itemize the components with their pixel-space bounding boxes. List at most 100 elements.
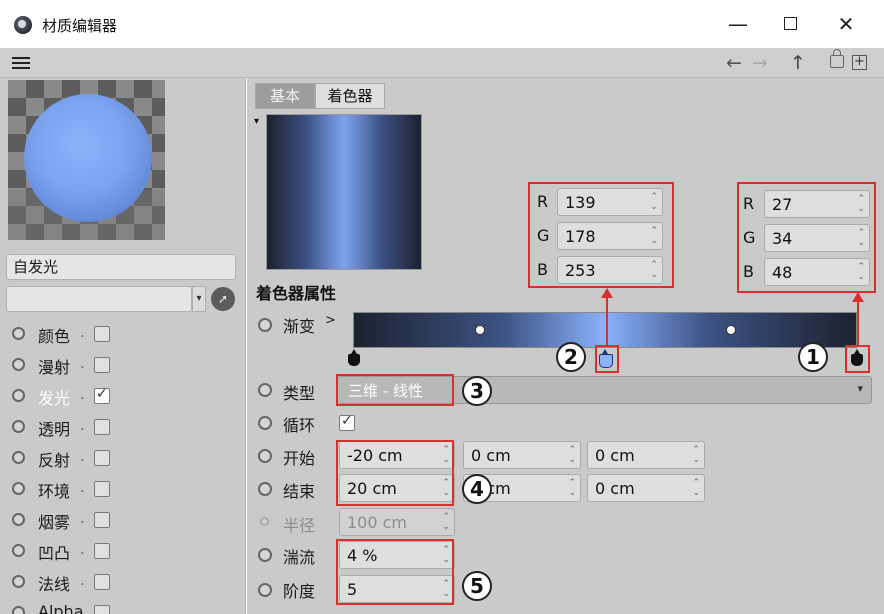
back-arrow-icon[interactable]: ← (726, 51, 742, 75)
channel-checkbox[interactable] (94, 419, 110, 435)
end-r-field[interactable]: 27 ⌃ ⌄ (764, 190, 870, 218)
material-name-field[interactable]: 自发光 (6, 254, 236, 280)
channel-checkbox[interactable] (94, 386, 110, 404)
channel-checkbox[interactable] (94, 357, 110, 373)
radio-icon[interactable] (12, 389, 25, 402)
radio-icon[interactable] (12, 575, 25, 588)
layer-dropdown[interactable] (6, 286, 192, 312)
channel-label: 颜色 (38, 327, 71, 346)
turbulence-radio[interactable] (258, 548, 272, 562)
mid-b-field[interactable]: 253 ⌃ ⌄ (557, 256, 663, 284)
end-x-field[interactable]: 20 cm ⌃ ⌄ (339, 474, 455, 502)
channel-checkbox[interactable] (94, 605, 110, 614)
end-z-field[interactable]: 0 cm ⌃ ⌄ (587, 474, 705, 502)
octaves-label: 阶度 (283, 582, 316, 601)
type-radio[interactable] (258, 383, 272, 397)
mid-g-field[interactable]: 178 ⌃ ⌄ (557, 222, 663, 250)
channel-checkbox[interactable] (94, 481, 110, 497)
end-r-label: R (743, 194, 755, 213)
spinner-icon[interactable]: ⌃ ⌄ (650, 192, 658, 212)
radio-icon[interactable] (12, 482, 25, 495)
spinner-icon[interactable]: ⌃ ⌄ (650, 260, 658, 280)
channel-checkbox[interactable] (94, 512, 110, 528)
gradient-knot-start[interactable] (347, 349, 361, 367)
channel-checkbox[interactable] (94, 326, 110, 342)
radio-icon[interactable] (12, 358, 25, 371)
channel-normal[interactable]: 法线 . (0, 566, 246, 597)
channel-checkbox[interactable] (94, 543, 110, 559)
close-button[interactable]: ✕ (826, 10, 866, 38)
channel-bump[interactable]: 凹凸 . (0, 535, 246, 566)
spinner-icon[interactable]: ⌃ ⌄ (568, 478, 576, 498)
mid-r-field[interactable]: 139 ⌃ ⌄ (557, 188, 663, 216)
spinner-icon[interactable]: ⌃ ⌄ (442, 445, 450, 465)
new-panel-icon[interactable]: + (852, 55, 867, 70)
radio-icon[interactable] (12, 451, 25, 464)
spinner-icon[interactable]: ⌃ ⌄ (857, 194, 865, 214)
gradient-bar[interactable] (353, 312, 857, 348)
spinner-icon: ⌃ ⌄ (442, 512, 450, 532)
channel-alpha[interactable]: Alpha (0, 597, 246, 614)
spinner-icon[interactable]: ⌃ ⌄ (568, 445, 576, 465)
maximize-button[interactable] (770, 10, 810, 38)
turbulence-label: 湍流 (283, 548, 316, 567)
spinner-icon[interactable]: ⌃ ⌄ (442, 478, 450, 498)
collapse-chevron-icon[interactable]: ▾ (254, 116, 259, 127)
chevron-down-icon[interactable]: ▾ (192, 286, 206, 312)
minimize-button[interactable]: — (718, 10, 758, 38)
channel-transparency[interactable]: 透明 . (0, 411, 246, 442)
gradient-radio[interactable] (258, 318, 272, 332)
end-g-field[interactable]: 34 ⌃ ⌄ (764, 224, 870, 252)
channel-luminance[interactable]: 发光 . (0, 380, 246, 411)
start-z-field[interactable]: 0 cm ⌃ ⌄ (587, 441, 705, 469)
octaves-radio[interactable] (258, 583, 272, 597)
channel-reflectance[interactable]: 反射 . (0, 442, 246, 473)
channel-fog[interactable]: 烟雾 . (0, 504, 246, 535)
start-radio[interactable] (258, 449, 272, 463)
start-x-field[interactable]: -20 cm ⌃ ⌄ (339, 441, 455, 469)
spinner-icon[interactable]: ⌃ ⌄ (857, 228, 865, 248)
loop-checkbox[interactable] (339, 413, 355, 431)
preview-sphere (24, 94, 152, 222)
radio-icon[interactable] (12, 513, 25, 526)
interpolation-handle[interactable] (726, 325, 736, 335)
channel-checkbox[interactable] (94, 574, 110, 590)
radio-icon[interactable] (12, 544, 25, 557)
end-b-field[interactable]: 48 ⌃ ⌄ (764, 258, 870, 286)
spinner-icon[interactable]: ⌃ ⌄ (692, 478, 700, 498)
spinner-icon[interactable]: ⌃ ⌄ (857, 262, 865, 282)
gradient-knot-mid[interactable] (598, 349, 613, 368)
channel-diffuse[interactable]: 漫射 . (0, 349, 246, 380)
turbulence-field[interactable]: 4 % ⌃ ⌄ (339, 541, 455, 569)
type-select[interactable]: 三维 - 线性 ▾ (337, 376, 872, 404)
spinner-icon[interactable]: ⌃ ⌄ (650, 226, 658, 246)
start-y-field[interactable]: 0 cm ⌃ ⌄ (463, 441, 581, 469)
spinner-icon[interactable]: ⌃ ⌄ (442, 579, 450, 599)
forward-arrow-icon[interactable]: → (752, 51, 768, 75)
channel-checkbox[interactable] (94, 450, 110, 466)
interpolation-handle[interactable] (475, 325, 485, 335)
channel-label: 漫射 (38, 358, 71, 377)
radio-icon[interactable] (12, 420, 25, 433)
spinner-icon[interactable]: ⌃ ⌄ (442, 545, 450, 565)
menu-icon[interactable] (12, 57, 30, 69)
spinner-icon[interactable]: ⌃ ⌄ (692, 445, 700, 465)
lock-icon[interactable] (830, 49, 844, 68)
radio-icon[interactable] (12, 327, 25, 340)
radio-icon[interactable] (12, 606, 25, 614)
channel-color[interactable]: 颜色 . (0, 318, 246, 349)
section-title: 着色器属性 (256, 284, 337, 303)
tab-shader[interactable]: 着色器 (315, 83, 385, 109)
channel-environment[interactable]: 环境 . (0, 473, 246, 504)
arrow-2-line (606, 294, 608, 346)
gradient-expand-icon[interactable]: > (325, 313, 336, 328)
end-radio[interactable] (258, 482, 272, 496)
material-preview[interactable] (8, 80, 165, 240)
picker-arrow-icon[interactable]: ➚ (211, 287, 235, 311)
loop-radio[interactable] (258, 416, 272, 430)
gradient-knot-end[interactable] (850, 349, 864, 367)
up-arrow-icon[interactable]: ↑ (790, 51, 806, 75)
tab-basic[interactable]: 基本 (255, 83, 315, 109)
octaves-field[interactable]: 5 ⌃ ⌄ (339, 575, 455, 603)
end-label: 结束 (283, 482, 316, 501)
